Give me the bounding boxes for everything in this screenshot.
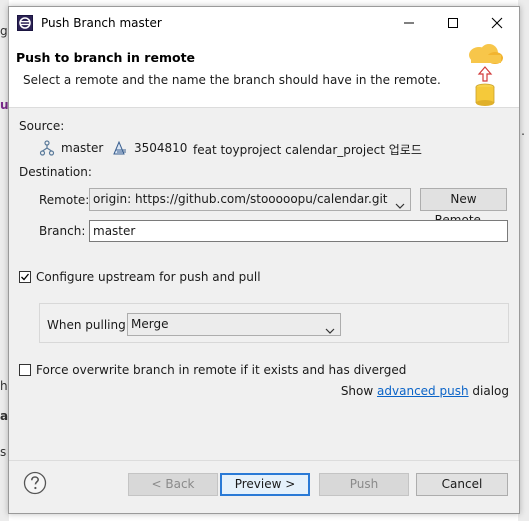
destination-label: Destination:	[19, 165, 92, 179]
chevron-down-icon	[395, 196, 405, 209]
force-overwrite-label[interactable]: Force overwrite branch in remote if it e…	[36, 363, 406, 377]
push-branch-dialog: Push Branch master Push to branch in rem…	[8, 6, 520, 514]
page-description: Select a remote and the name the branch …	[23, 73, 441, 87]
background-text-fragment: a	[0, 409, 9, 423]
maximize-button[interactable]	[431, 7, 475, 39]
close-button[interactable]	[475, 7, 519, 39]
remote-label: Remote:	[39, 193, 90, 207]
background-text-fragment: h	[0, 379, 8, 393]
remote-select-value: origin: https://github.com/stooooopu/cal…	[93, 192, 388, 206]
chevron-down-icon	[325, 321, 335, 334]
footer-separator	[9, 460, 519, 461]
eclipse-app-icon	[17, 15, 33, 31]
push-button[interactable]: Push	[319, 473, 409, 496]
remote-select[interactable]: origin: https://github.com/stooooopu/cal…	[89, 188, 411, 211]
help-icon[interactable]	[23, 471, 47, 495]
source-branch-name: master	[61, 141, 104, 155]
source-commit-message: feat toyproject calendar_project 업로드	[193, 143, 422, 157]
minimize-button[interactable]	[387, 7, 431, 39]
advanced-push-link[interactable]: advanced push	[377, 384, 469, 398]
background-text-fragment: .	[521, 124, 525, 138]
back-button[interactable]: < Back	[128, 473, 218, 496]
background-text-fragment: g	[0, 24, 8, 38]
branch-label: Branch:	[39, 224, 86, 238]
configure-upstream-label[interactable]: Configure upstream for push and pull	[36, 270, 261, 284]
preview-button[interactable]: Preview >	[220, 473, 310, 496]
branch-input[interactable]: master	[89, 220, 508, 242]
source-label: Source:	[19, 119, 65, 133]
when-pulling-select[interactable]: Merge	[127, 313, 341, 336]
window-title: Push Branch master	[41, 16, 162, 30]
background-text-fragment: s	[0, 445, 7, 459]
configure-upstream-checkbox[interactable]	[19, 271, 31, 283]
when-pulling-value: Merge	[131, 317, 169, 331]
branch-icon	[39, 140, 55, 159]
source-commit-id: 3504810	[134, 141, 188, 155]
title-bar[interactable]: Push Branch master	[9, 7, 519, 39]
advanced-push-suffix: dialog	[472, 384, 509, 398]
new-remote-button[interactable]: New Remote...	[420, 188, 507, 227]
commit-icon	[112, 140, 128, 159]
wizard-header: Push to branch in remote Select a remote…	[9, 39, 519, 108]
page-title: Push to branch in remote	[16, 50, 196, 65]
force-overwrite-checkbox[interactable]	[19, 364, 31, 376]
when-pulling-label: When pulling:	[47, 318, 130, 332]
push-to-cloud-icon	[459, 41, 509, 107]
cancel-button[interactable]: Cancel	[416, 473, 508, 496]
advanced-push-prefix: Show	[340, 384, 374, 398]
advanced-push-row: Show advanced push dialog	[341, 384, 509, 398]
